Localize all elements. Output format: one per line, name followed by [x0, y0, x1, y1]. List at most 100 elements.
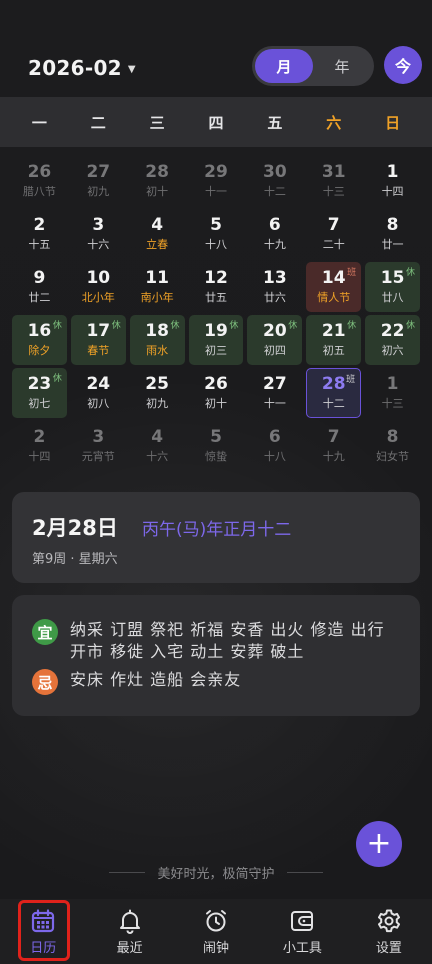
calendar-day-cell[interactable]: 25 初九	[130, 368, 185, 418]
tab-label: 小工具	[282, 940, 322, 956]
day-number: 6	[268, 427, 281, 447]
calendar-day-cell[interactable]: 15 廿八 休	[365, 261, 420, 312]
day-number: 8	[386, 427, 399, 447]
lunar-label: 十三	[322, 185, 345, 198]
calendar-day-cell[interactable]: 26 初十	[189, 368, 244, 418]
calendar-day-cell[interactable]: 19 初三 休	[188, 314, 244, 365]
lunar-label: 十四	[381, 185, 404, 198]
selected-date-card[interactable]: 2月28日 丙午(马)年正月十二 第9周 · 星期六	[12, 492, 420, 583]
calendar-day-cell[interactable]: 3 元宵节	[71, 421, 126, 471]
lunar-label: 元宵节	[81, 450, 115, 463]
day-number: 26	[27, 162, 52, 182]
calendar-day-cell[interactable]: 5 惊蛰	[189, 421, 244, 471]
calendar-day-cell[interactable]: 2 十四	[12, 421, 67, 471]
calendar-day-cell[interactable]: 21 初五 休	[306, 314, 362, 365]
almanac-card[interactable]: 宜 纳采 订盟 祭祀 祈福 安香 出火 修造 出行 开市 移徙 入宅 动土 安葬…	[12, 595, 420, 716]
calendar-day-cell[interactable]: 27 十一	[247, 368, 302, 418]
lunar-label: 十一	[204, 185, 227, 198]
lunar-label: 初三	[204, 344, 227, 357]
calendar-day-cell[interactable]: 22 初六 休	[365, 314, 420, 365]
calendar-day-cell[interactable]: 4 立春	[130, 209, 185, 259]
view-year-option[interactable]: 年	[313, 49, 371, 83]
weekday-sun: 日	[385, 113, 401, 132]
lunar-label: 廿八	[381, 291, 404, 304]
lunar-label: 除夕	[28, 344, 51, 357]
calendar-day-cell[interactable]: 28 初十	[130, 156, 185, 206]
calendar-day-cell[interactable]: 17 春节 休	[70, 314, 126, 365]
today-button[interactable]: 今	[384, 46, 422, 84]
day-number: 7	[327, 427, 340, 447]
lunar-label: 廿六	[263, 291, 286, 304]
lunar-label: 初九	[87, 185, 110, 198]
calendar-day-cell[interactable]: 9 廿二	[12, 262, 67, 312]
tab-alarm[interactable]: 闹钟	[173, 899, 259, 964]
lunar-label: 十二	[263, 185, 286, 198]
calendar-day-cell[interactable]: 28 十二 班	[306, 367, 362, 418]
day-number: 11	[145, 268, 169, 288]
calendar-day-cell[interactable]: 12 廿五	[189, 262, 244, 312]
day-number: 12	[204, 268, 228, 288]
calendar-day-cell[interactable]: 5 十八	[189, 209, 244, 259]
calendar-day-cell[interactable]: 29 十一	[189, 156, 244, 206]
day-number: 28	[321, 374, 346, 394]
calendar-day-cell[interactable]: 8 廿一	[365, 209, 420, 259]
day-number: 18	[145, 321, 169, 341]
calendar-day-cell[interactable]: 8 妇女节	[365, 421, 420, 471]
workday-tag: 班	[346, 374, 356, 385]
calendar-day-cell[interactable]: 23 初七 休	[12, 367, 67, 418]
lunar-label: 初十	[204, 397, 227, 410]
add-event-button[interactable]: +	[356, 821, 402, 867]
calendar-day-cell[interactable]: 10 北小年	[71, 262, 126, 312]
alarm-clock-icon	[206, 909, 227, 931]
weekday-thu: 四	[208, 113, 224, 132]
calendar-day-cell[interactable]: 7 二十	[306, 209, 361, 259]
calendar-day-cell[interactable]: 13 廿六	[247, 262, 302, 312]
wallet-icon	[291, 910, 314, 931]
day-number: 2	[33, 427, 46, 447]
calendar-day-cell[interactable]: 30 十二	[247, 156, 302, 206]
calendar-icon	[32, 908, 55, 932]
calendar-day-cell[interactable]: 4 十六	[130, 421, 185, 471]
calendar-day-cell[interactable]: 18 雨水 休	[129, 314, 185, 365]
calendar-day-cell[interactable]: 1 十四	[365, 156, 420, 206]
calendar-day-cell[interactable]: 6 十八	[247, 421, 302, 471]
view-month-option[interactable]: 月	[255, 49, 313, 83]
weekday-header: 一 二 三 四 五 六 日	[0, 97, 432, 147]
calendar-day-cell[interactable]: 3 十六	[71, 209, 126, 259]
caret-down-icon: ▼	[127, 63, 136, 75]
day-number: 23	[27, 374, 52, 394]
ji-text: 安床 作灶 造船 会亲友	[70, 670, 242, 689]
calendar-day-cell[interactable]: 1 十三	[365, 368, 420, 418]
calendar-day-cell[interactable]: 24 初八	[71, 368, 126, 418]
day-number: 14	[321, 268, 346, 288]
calendar-day-cell[interactable]: 16 除夕 休	[12, 314, 67, 365]
holiday-tag: 休	[52, 320, 62, 331]
calendar-day-cell[interactable]: 27 初九	[71, 156, 126, 206]
tab-recent[interactable]: 最近	[86, 899, 172, 964]
bottom-tab-bar: 日历 最近 闹钟 小工具 设置	[0, 899, 432, 964]
lunar-label: 十一	[263, 397, 286, 410]
month-title: 2026-02	[28, 56, 122, 80]
calendar-day-cell[interactable]: 31 十三	[306, 156, 361, 206]
tab-label: 最近	[116, 940, 143, 956]
tab-calendar[interactable]: 日历	[0, 899, 86, 964]
month-selector[interactable]: 2026-02 ▼	[28, 56, 136, 80]
tab-label: 闹钟	[203, 940, 230, 956]
tab-settings[interactable]: 设置	[346, 899, 432, 964]
calendar-day-cell[interactable]: 26 腊八节	[12, 156, 67, 206]
tab-tools[interactable]: 小工具	[259, 899, 345, 964]
calendar-day-cell[interactable]: 6 十九	[247, 209, 302, 259]
tab-label: 日历	[30, 940, 57, 956]
holiday-tag: 休	[347, 320, 357, 331]
calendar-day-cell[interactable]: 14 情人节 班	[306, 261, 362, 312]
day-number: 28	[145, 162, 169, 182]
day-number: 20	[263, 321, 287, 341]
calendar-day-cell[interactable]: 11 南小年	[130, 262, 185, 312]
calendar-day-cell[interactable]: 2 十五	[12, 209, 67, 259]
yi-badge: 宜	[32, 619, 58, 645]
holiday-tag: 休	[111, 320, 121, 331]
calendar-day-cell[interactable]: 7 十九	[306, 421, 361, 471]
calendar-day-cell[interactable]: 20 初四 休	[247, 314, 303, 365]
day-number: 13	[263, 268, 287, 288]
lunar-label: 北小年	[81, 291, 115, 304]
